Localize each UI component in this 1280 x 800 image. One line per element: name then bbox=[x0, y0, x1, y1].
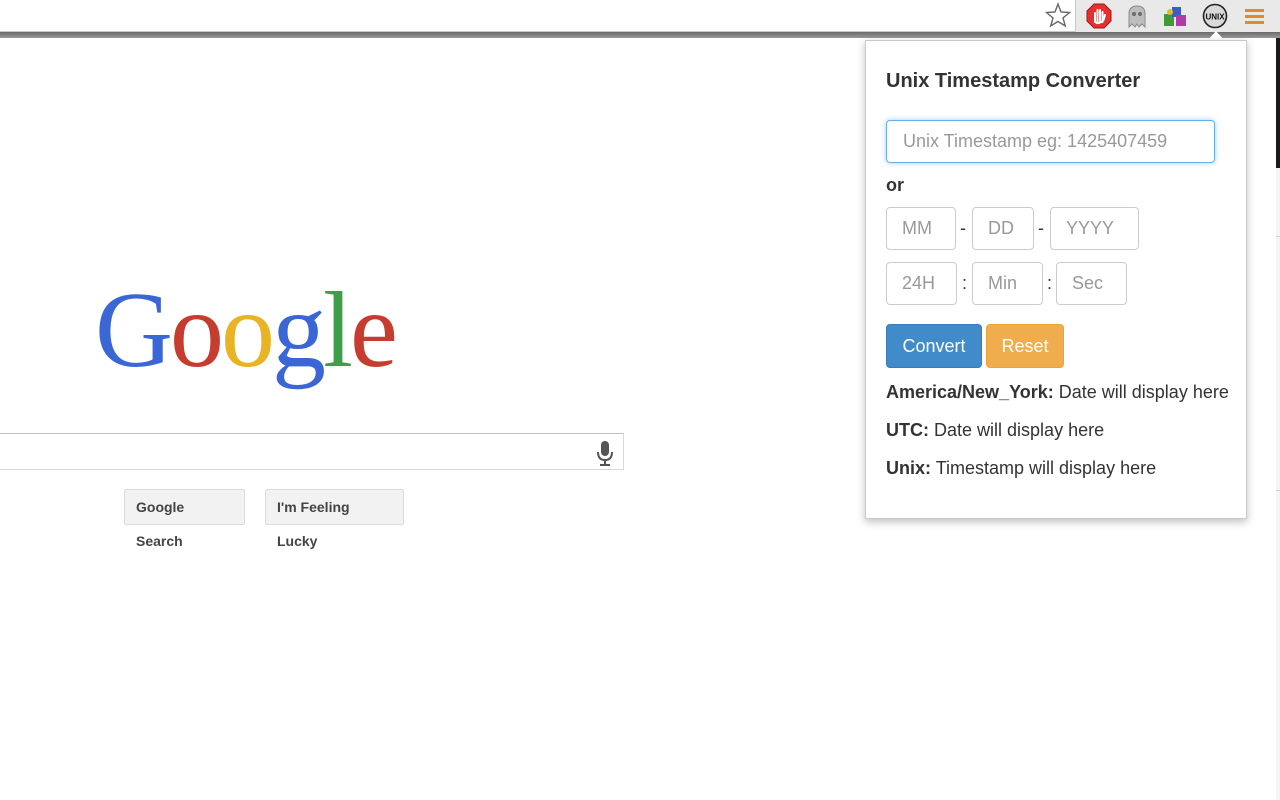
logo-letter: g bbox=[272, 271, 324, 390]
logo-letter: l bbox=[323, 271, 351, 390]
day-input[interactable] bbox=[972, 207, 1034, 250]
second-input[interactable] bbox=[1056, 262, 1127, 305]
result-unix: Unix: Timestamp will display here bbox=[886, 458, 1156, 479]
date-separator: - bbox=[960, 218, 966, 238]
result-label: Unix: bbox=[886, 458, 931, 478]
scrollbar-mark bbox=[1276, 236, 1280, 237]
svg-text:UNIX: UNIX bbox=[1205, 13, 1225, 22]
logo-letter: G bbox=[95, 271, 170, 390]
logo-letter: e bbox=[350, 271, 395, 390]
unix-converter-popup: Unix Timestamp Converter or - - : : Conv… bbox=[865, 40, 1247, 519]
convert-button[interactable]: Convert bbox=[886, 324, 982, 368]
microphone-icon[interactable] bbox=[595, 440, 615, 466]
reset-button[interactable]: Reset bbox=[986, 324, 1064, 368]
date-separator: - bbox=[1038, 218, 1044, 238]
year-input[interactable] bbox=[1050, 207, 1139, 250]
google-logo: Google bbox=[95, 271, 398, 390]
adblock-icon[interactable] bbox=[1086, 3, 1112, 29]
result-value: Date will display here bbox=[1058, 382, 1229, 402]
google-search-input[interactable] bbox=[0, 433, 624, 470]
or-label: or bbox=[886, 175, 904, 195]
browser-toolbar: UNIX bbox=[0, 0, 1280, 38]
logo-letter: o bbox=[221, 271, 272, 390]
result-value: Timestamp will display here bbox=[935, 458, 1157, 478]
logo-letter: o bbox=[170, 271, 221, 390]
menu-icon[interactable] bbox=[1242, 3, 1268, 29]
result-label: America/New_York: bbox=[886, 382, 1054, 402]
puzzle-extension-icon[interactable] bbox=[1162, 3, 1188, 29]
svg-text:Google: Google bbox=[95, 271, 395, 390]
result-utc: UTC: Date will display here bbox=[886, 420, 1104, 441]
ghostery-icon[interactable] bbox=[1124, 3, 1150, 29]
google-search-button[interactable]: Google Search bbox=[124, 489, 245, 549]
month-input[interactable] bbox=[886, 207, 956, 250]
scrollbar-thumb[interactable] bbox=[1276, 38, 1280, 168]
minute-input[interactable] bbox=[972, 262, 1043, 305]
feeling-lucky-button[interactable]: I'm Feeling Lucky bbox=[265, 489, 404, 549]
hour-input[interactable] bbox=[886, 262, 957, 305]
unix-extension-icon[interactable]: UNIX bbox=[1202, 3, 1228, 29]
page-scrollbar[interactable] bbox=[1276, 38, 1280, 800]
popup-title: Unix Timestamp Converter bbox=[886, 70, 1141, 92]
result-value: Date will display here bbox=[934, 420, 1105, 440]
time-separator: : bbox=[962, 273, 968, 293]
toolbar-divider bbox=[0, 32, 1280, 38]
result-new-york: America/New_York: Date will display here bbox=[886, 382, 1229, 403]
scrollbar-mark bbox=[1276, 490, 1280, 491]
star-icon[interactable] bbox=[1045, 2, 1071, 28]
time-separator: : bbox=[1047, 273, 1053, 293]
timestamp-input[interactable] bbox=[886, 120, 1215, 163]
address-bar[interactable] bbox=[0, 0, 1076, 32]
result-label: UTC: bbox=[886, 420, 929, 440]
